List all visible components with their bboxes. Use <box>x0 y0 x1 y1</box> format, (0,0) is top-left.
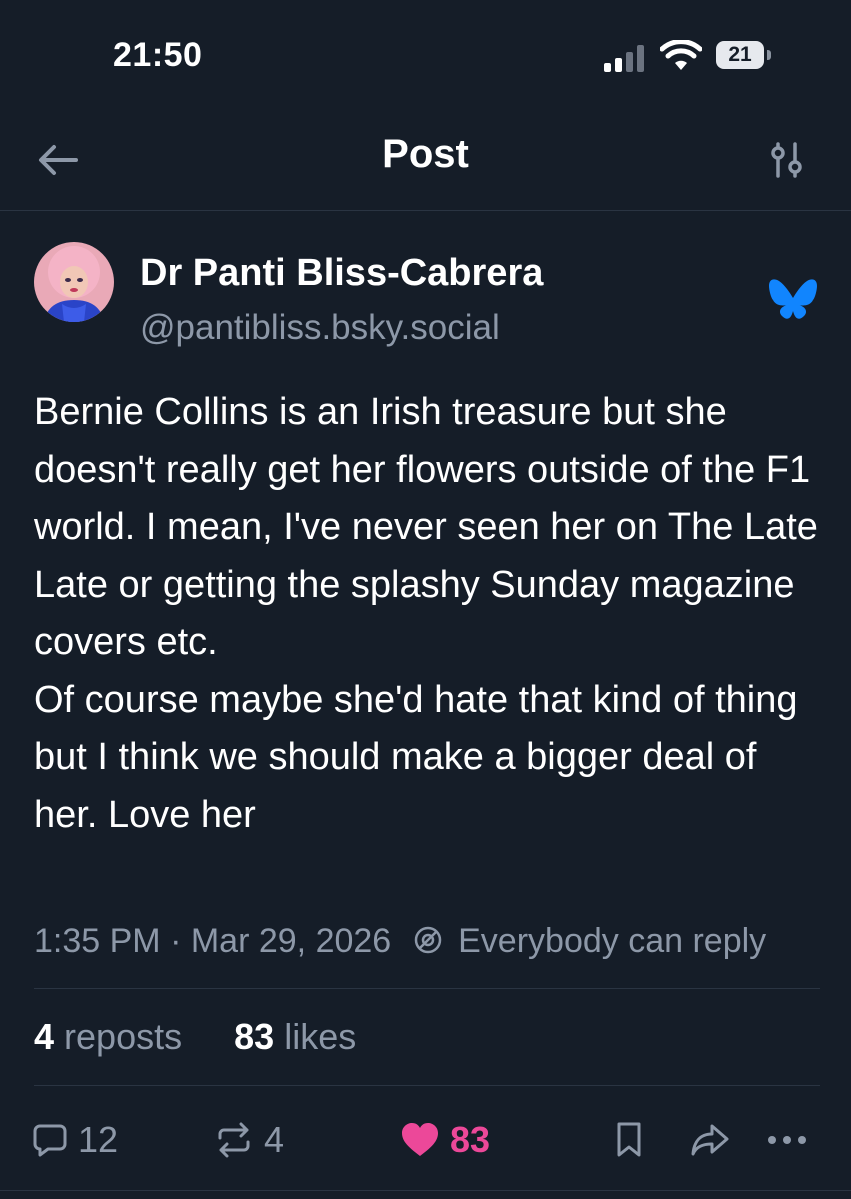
post-header: Post <box>0 110 851 211</box>
post-paragraph: Of course maybe she'd hate that kind of … <box>34 678 798 836</box>
author-name[interactable]: Dr Panti Bliss-Cabrera <box>140 252 543 295</box>
post-time: 1:35 PM <box>34 922 161 960</box>
wifi-icon <box>660 40 702 70</box>
post-date: Mar 29, 2026 <box>190 922 392 960</box>
divider <box>0 1190 851 1191</box>
share-button[interactable] <box>690 1110 730 1170</box>
reply-count: 12 <box>78 1119 119 1160</box>
reply-button[interactable]: 12 <box>32 1110 118 1170</box>
post-actions: 12 4 83 <box>0 1110 851 1170</box>
bookmark-button[interactable] <box>614 1110 644 1170</box>
divider <box>34 1085 820 1086</box>
like-count: 83 <box>450 1119 491 1160</box>
battery-indicator: 21 <box>716 41 772 71</box>
more-options-button[interactable] <box>766 1110 808 1170</box>
likes-count: 83 <box>234 1016 275 1057</box>
meta-separator: · <box>170 922 182 960</box>
post-paragraph: Bernie Collins is an Irish treasure but … <box>34 391 818 663</box>
post-meta: 1:35 PM · Mar 29, 2026 Everybody can rep… <box>34 922 824 968</box>
avatar[interactable] <box>34 242 114 322</box>
bookmark-icon <box>617 1122 641 1157</box>
author-handle[interactable]: @pantibliss.bsky.social <box>140 308 500 348</box>
repost-button[interactable]: 4 <box>214 1110 284 1170</box>
heart-icon <box>402 1123 438 1156</box>
share-arrow-icon <box>691 1124 729 1156</box>
like-button[interactable]: 83 <box>400 1110 490 1170</box>
comment-icon <box>33 1124 67 1157</box>
sliders-icon[interactable] <box>770 142 804 178</box>
divider <box>34 988 820 989</box>
post-stats: 4 reposts 83 likes <box>34 1016 356 1058</box>
ellipsis-icon <box>768 1136 806 1144</box>
cellular-signal-icon <box>604 44 648 72</box>
page-title: Post <box>382 132 469 176</box>
reposts-label: reposts <box>64 1016 183 1057</box>
reposts-count: 4 <box>34 1016 55 1057</box>
status-time: 21:50 <box>113 36 203 74</box>
reply-setting-icon <box>414 926 441 954</box>
post-author[interactable]: Dr Panti Bliss-Cabrera @pantibliss.bsky.… <box>34 242 824 347</box>
likes-stat[interactable]: 83 likes <box>234 1016 356 1057</box>
post-body: Bernie Collins is an Irish treasure but … <box>34 384 824 844</box>
likes-label: likes <box>284 1016 357 1057</box>
reply-setting[interactable]: Everybody can reply <box>458 922 766 960</box>
battery-level: 21 <box>728 43 752 66</box>
bluesky-butterfly-icon[interactable] <box>768 278 818 322</box>
repost-count: 4 <box>264 1119 285 1160</box>
repost-icon <box>218 1122 250 1158</box>
reposts-stat[interactable]: 4 reposts <box>34 1016 182 1057</box>
status-bar: 21:50 21 <box>0 0 851 110</box>
